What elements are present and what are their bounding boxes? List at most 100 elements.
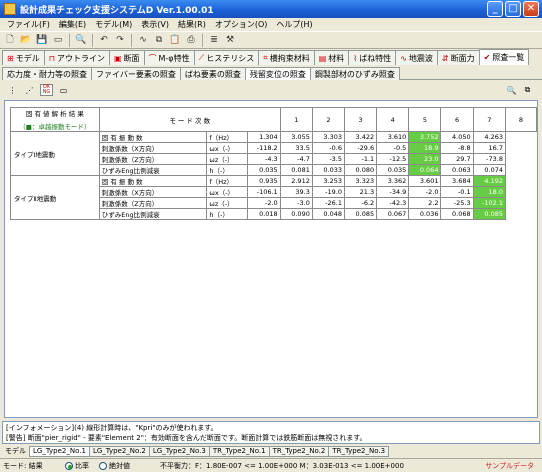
paste-icon[interactable]: 📋 [168,33,182,47]
radio-label: 比率 [75,461,89,470]
value-cell: 39.3 [279,186,313,198]
mode-number: 4 [376,107,410,132]
value-cell: -8.8 [440,142,474,154]
redo-icon[interactable]: ↷ [113,33,127,47]
undo-icon[interactable]: ↶ [97,33,111,47]
value-cell: 0.090 [279,208,313,220]
value-cell: -106.1 [247,186,281,198]
dominant-mode-cell: 0.064 [408,164,442,176]
value-cell: 21.3 [343,186,378,198]
tab-steel-strain[interactable]: 鋼製部材のひずみ照査 [309,67,400,80]
filter-icon[interactable]: ⋰ [23,84,36,96]
quantity-label: 刺激係数（Z方向） [98,197,208,209]
tab-confinement[interactable]: ⌗ 横拘束材料 [258,50,315,65]
menu-model[interactable]: モデル(M) [91,18,137,31]
menu-view[interactable]: 表示(V) [137,18,174,31]
menu-bar: ファイル(F) 編集(E) モデル(M) 表示(V) 結果(R) オプション(O… [0,18,542,31]
earthquake-type: タイプⅠ地震動 [10,131,100,176]
tab-fiber-check[interactable]: ファイバー要素の照査 [91,67,181,80]
tab-section-force[interactable]: ⇵ 断面力 [436,50,480,65]
tab-material[interactable]: ▤ 材料 [313,50,350,65]
close-button[interactable]: ✕ [523,1,539,17]
model-tab[interactable]: LG_Type2_No.3 [148,445,210,457]
new-file-icon[interactable]: 🗋 [3,33,17,47]
value-cell: 0.033 [311,164,346,176]
tab-label: 断面 [123,53,140,63]
mode-number: 8 [505,107,537,132]
value-cell: -42.3 [376,197,410,209]
value-cell: 0.048 [311,208,346,220]
toolbar-separator [202,33,203,47]
value-cell: 0.074 [472,164,507,176]
tab-label: アウトライン [56,53,105,63]
tab-m-phi[interactable]: ⌒ M-φ特性 [143,50,195,65]
model-tab[interactable]: TR_Type2_No.2 [268,445,330,457]
tab-residual-displacement[interactable]: 残留変位の照査 [244,67,311,80]
window-icon[interactable]: ▭ [51,33,65,47]
value-cell: 29.7 [440,153,474,165]
minimize-button[interactable]: _ [487,1,503,17]
tab-stress-check[interactable]: 応力度・耐力等の照査 [2,67,92,80]
tab-hysteresis[interactable]: ⟋ ヒステリシス [193,50,260,65]
tab-section[interactable]: ▣ 断面 [108,50,145,65]
tab-spring[interactable]: ⌇ ばね特性 [348,50,397,65]
radio-dot [99,461,107,470]
table-row: タイプⅡ地震動固 有 振 動 数 f（Hz） 0.935 2.912 3.253 3.32… [10,175,537,220]
main-tab-strip: ⊞ モデル ⊓ アウトライン ▣ 断面 ⌒ M-φ特性 ⟋ ヒステリシス ⌗ 横拘束材料 ▤… [2,49,542,65]
result-panel: 固 有 値 解 析 結 果 （■：卓越振動モード） モ ー ド 次 数 1 2 … [4,100,538,418]
zoom-icon[interactable]: 🔍 [74,33,88,47]
menu-file[interactable]: ファイル(F) [3,18,55,31]
tab-seismic-wave[interactable]: ∿ 地震波 [395,50,438,65]
model-tab[interactable]: LG_Type2_No.1 [29,445,90,457]
search-icon[interactable]: 🔍 [505,84,518,96]
save-icon[interactable]: 💾 [35,33,49,47]
menu-result[interactable]: 結果(R) [174,18,211,31]
radio-label: 絶対値 [109,461,130,470]
mode-number: 6 [440,107,474,132]
copy-icon[interactable]: ⧉ [152,33,166,47]
tab-check-list[interactable]: ✔ 照査一覧 [478,49,530,65]
value-cell: -1.1 [343,153,378,165]
ratio-radio[interactable]: 比率 [65,461,89,471]
tab-spring-check[interactable]: ばね要素の照査 [179,67,246,80]
table-row: タイプⅠ地震動固 有 振 動 数 f（Hz） 1.304 3.055 3.303 3.42… [10,131,537,176]
mode-number: 1 [279,107,313,132]
value-cell: -25.3 [440,197,474,209]
print-icon[interactable]: ⎙ [184,33,198,47]
value-cell: 0.067 [376,208,410,220]
model-tab[interactable]: TR_Type2_No.1 [208,445,270,457]
tab-label: ヒステリシス [206,53,255,63]
tab-model[interactable]: ⊞ モデル [2,50,45,65]
dominant-legend: （■：卓越振動モード） [19,123,91,131]
absolute-radio[interactable]: 絶対値 [99,461,130,471]
value-cell: -29.6 [343,142,378,154]
value-cell: 3.684 [440,175,474,187]
blank-icon[interactable]: ▭ [57,84,70,96]
unit-label: ωx（-） [206,186,249,198]
graph-icon[interactable]: ∿ [136,33,150,47]
model-tab[interactable]: LG_Type2_No.2 [88,445,150,457]
menu-edit[interactable]: 編集(E) [55,18,91,31]
model-tab-bar: モデル LG_Type2_No.1 LG_Type2_No.2 LG_Type2… [2,445,540,457]
window-title: 設計成果チェック支援システムD Ver.1.00.01 [20,5,214,16]
unit-label: ωz（-） [206,153,249,165]
dominant-mode-cell: 0.085 [472,208,507,220]
value-cell: 0.035 [376,164,410,176]
warning-line: [警告] 断面"pier_rigid" - 要素"Element 2"：有効断面… [6,434,367,442]
tab-outline[interactable]: ⊓ アウトライン [43,50,110,65]
open-folder-icon[interactable]: 📂 [19,33,33,47]
ok-ng-icon[interactable]: OK NG [40,84,53,96]
value-cell: 0.081 [279,164,313,176]
export-icon[interactable]: ⧉ [521,84,534,96]
material-icon: ▤ [318,53,327,63]
information-pane: [インフォメーション](4) 線形計算時は、"Kpri"のみが使われます。 [警… [2,421,540,444]
menu-options[interactable]: オプション(O) [211,18,273,31]
maximize-button[interactable]: □ [505,1,521,17]
app-icon [4,3,16,15]
tools-icon[interactable]: ⚒ [223,33,237,47]
columns-icon[interactable]: ⋮ [6,84,19,96]
value-cell: 0.085 [343,208,378,220]
model-tab[interactable]: TR_Type2_No.3 [328,445,390,457]
list-icon[interactable]: ≣ [207,33,221,47]
menu-help[interactable]: ヘルプ(H) [272,18,317,31]
